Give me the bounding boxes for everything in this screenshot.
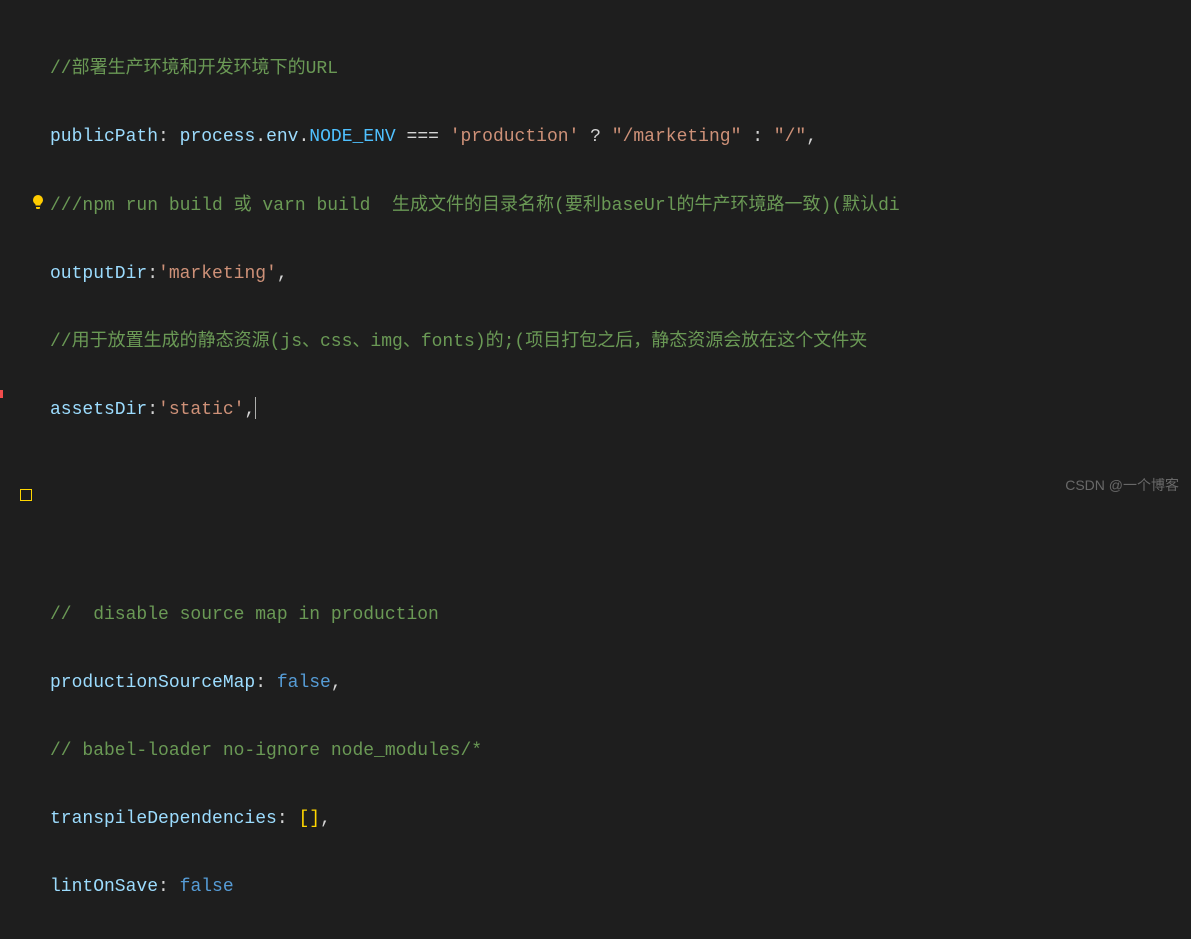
comment-text: // disable source map in production — [50, 605, 439, 625]
punctuation: , — [320, 809, 331, 829]
error-marker — [0, 390, 3, 398]
punctuation: . — [298, 127, 309, 147]
operator: ? — [579, 127, 611, 147]
watermark-text: CSDN @一个博客 — [1065, 472, 1179, 499]
comment-text: //用于放置生成的静态资源(js、css、img、fonts)的;(项目打包之后… — [50, 332, 867, 352]
property-name: transpileDependencies — [50, 809, 277, 829]
code-line[interactable]: // babel-loader no-ignore node_modules/* — [50, 734, 1191, 768]
code-line[interactable]: assetsDir:'static', — [50, 393, 1191, 427]
code-line[interactable]: //部署生产环境和开发环境下的URL — [50, 52, 1191, 86]
string-literal: 'production' — [450, 127, 580, 147]
punctuation: : — [147, 264, 158, 284]
identifier: env — [266, 127, 298, 147]
property-name: productionSourceMap — [50, 673, 255, 693]
punctuation: . — [255, 127, 266, 147]
env-variable: NODE_ENV — [309, 127, 395, 147]
brace-indicator — [20, 489, 32, 501]
code-line[interactable]: productionSourceMap: false, — [50, 666, 1191, 700]
identifier: process — [180, 127, 256, 147]
punctuation: : — [255, 673, 277, 693]
punctuation: : — [158, 877, 180, 897]
code-line[interactable]: lintOnSave: false — [50, 870, 1191, 904]
operator: === — [396, 127, 450, 147]
code-line[interactable]: transpileDependencies: [], — [50, 802, 1191, 836]
code-line[interactable] — [50, 461, 1191, 495]
punctuation: , — [806, 127, 817, 147]
lightbulb-icon[interactable] — [30, 189, 46, 205]
comment-text: ///npm run build 或 varn build 生成文件的目录名称(… — [50, 196, 900, 216]
code-line[interactable]: //用于放置生成的静态资源(js、css、img、fonts)的;(项目打包之后… — [50, 325, 1191, 359]
code-line[interactable]: // disable source map in production — [50, 598, 1191, 632]
bracket: ] — [309, 809, 320, 829]
bracket: [ — [298, 809, 309, 829]
cursor — [255, 397, 256, 419]
property-name: publicPath — [50, 127, 158, 147]
punctuation: : — [147, 400, 158, 420]
comment-text: // babel-loader no-ignore node_modules/* — [50, 741, 482, 761]
string-literal: 'static' — [158, 400, 244, 420]
string-literal: "/" — [774, 127, 806, 147]
code-line[interactable]: ///npm run build 或 varn build 生成文件的目录名称(… — [50, 189, 1191, 223]
boolean-literal: false — [277, 673, 331, 693]
property-name: lintOnSave — [50, 877, 158, 897]
punctuation: : — [158, 127, 180, 147]
comment-text: //部署生产环境和开发环境下的URL — [50, 59, 338, 79]
code-line[interactable]: outputDir:'marketing', — [50, 257, 1191, 291]
string-literal: 'marketing' — [158, 264, 277, 284]
property-name: assetsDir — [50, 400, 147, 420]
punctuation: , — [277, 264, 288, 284]
boolean-literal: false — [180, 877, 234, 897]
punctuation: : — [277, 809, 299, 829]
code-line[interactable] — [50, 530, 1191, 564]
property-name: outputDir — [50, 264, 147, 284]
punctuation: , — [244, 400, 255, 420]
operator: : — [741, 127, 773, 147]
code-line[interactable]: publicPath: process.env.NODE_ENV === 'pr… — [50, 120, 1191, 154]
string-literal: "/marketing" — [612, 127, 742, 147]
code-editor[interactable]: //部署生产环境和开发环境下的URL publicPath: process.e… — [0, 0, 1191, 939]
punctuation: , — [331, 673, 342, 693]
